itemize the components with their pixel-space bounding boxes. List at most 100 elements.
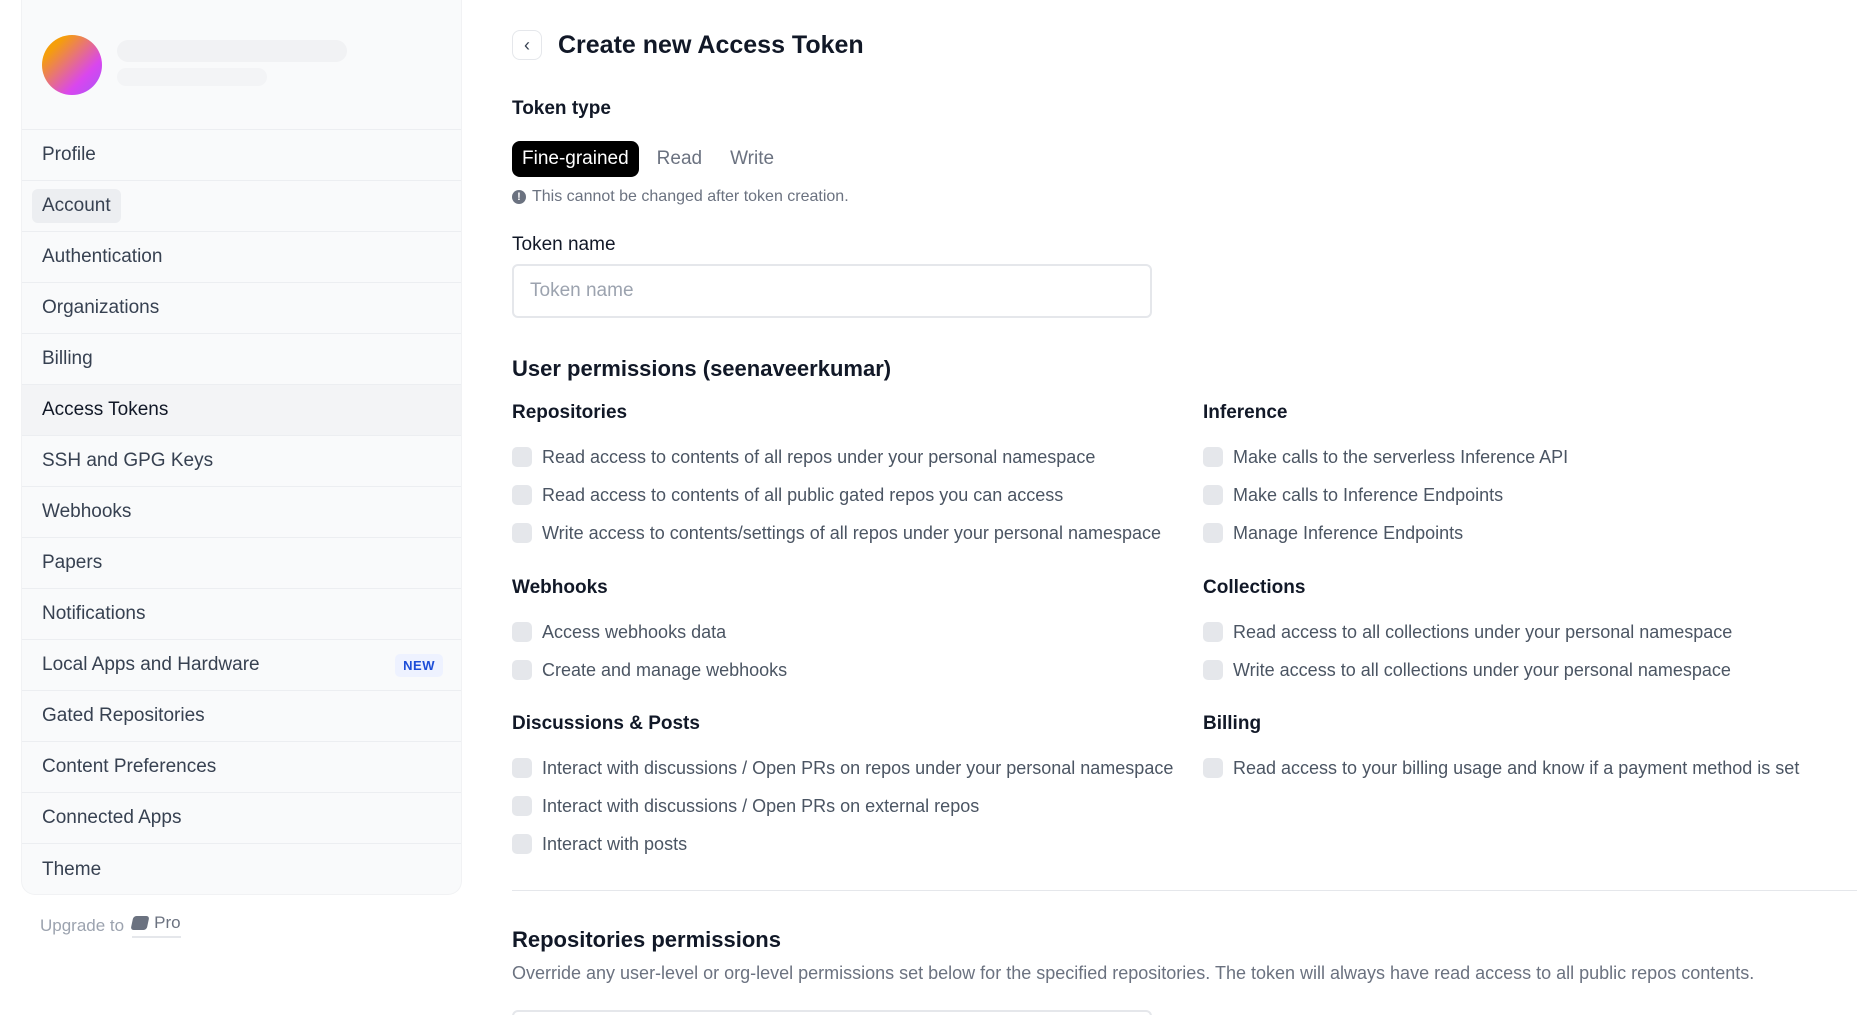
sidebar-item-gated-repositories[interactable]: Gated Repositories [22,691,461,742]
token-type-tabs: Fine-grained Read Write [512,141,784,177]
sidebar-item-label: Profile [42,144,96,165]
checkbox[interactable] [512,758,532,778]
checkbox[interactable] [1203,660,1223,680]
sidebar-item-label: Access Tokens [42,399,169,420]
profile-header [22,0,461,130]
permission-item[interactable]: Read access to contents of all repos und… [512,438,1161,476]
sidebar-item-label: Authentication [42,246,163,267]
new-badge: NEW [395,654,443,677]
permission-item[interactable]: Write access to all collections under yo… [1203,651,1732,689]
tab-fine-grained[interactable]: Fine-grained [512,141,639,177]
sidebar-item-label: Gated Repositories [42,705,205,726]
token-name-input[interactable] [512,264,1152,318]
info-icon: ! [512,190,526,204]
sidebar-item-profile[interactable]: Profile [22,130,461,181]
token-name-label: Token name [512,234,616,255]
permission-group-webhooks: Webhooks Access webhooks data Create and… [512,577,787,689]
group-title: Discussions & Posts [512,713,700,734]
permission-label: Interact with discussions / Open PRs on … [542,757,1174,778]
checkbox[interactable] [1203,447,1223,467]
sidebar-item-theme[interactable]: Theme [22,844,461,895]
page-header: ‹ Create new Access Token [512,30,864,60]
permission-item[interactable]: Make calls to Inference Endpoints [1203,476,1568,514]
sidebar-item-label: Webhooks [42,501,132,522]
permission-label: Interact with discussions / Open PRs on … [542,795,980,816]
group-title: Webhooks [512,577,608,598]
checkbox[interactable] [1203,523,1223,543]
sidebar-item-billing[interactable]: Billing [22,334,461,385]
page: Profile Account Authentication Organizat… [0,0,1857,1015]
group-title: Repositories [512,402,628,423]
permission-item[interactable]: Read access to contents of all public ga… [512,476,1161,514]
sidebar-item-connected-apps[interactable]: Connected Apps [22,793,461,844]
upgrade-pro-link[interactable]: Pro [130,913,181,938]
permission-item[interactable]: Make calls to the serverless Inference A… [1203,438,1568,476]
sidebar-item-organizations[interactable]: Organizations [22,283,461,334]
tab-write[interactable]: Write [720,141,784,177]
permission-item[interactable]: Interact with discussions / Open PRs on … [512,787,1173,825]
permission-item[interactable]: Interact with discussions / Open PRs on … [512,749,1173,787]
permission-item[interactable]: Write access to contents/settings of all… [512,514,1161,552]
group-title: Inference [1203,402,1288,423]
sidebar-item-content-preferences[interactable]: Content Preferences [22,742,461,793]
token-type-label: Token type [512,98,611,119]
permission-item[interactable]: Access webhooks data [512,613,787,651]
back-button[interactable]: ‹ [512,30,542,60]
sidebar-item-papers[interactable]: Papers [22,538,461,589]
permission-item[interactable]: Interact with posts [512,825,1173,863]
sidebar-nav: Profile Account Authentication Organizat… [22,130,461,895]
upgrade-text: Upgrade to [40,915,125,935]
checkbox[interactable] [512,523,532,543]
pro-label: Pro [154,913,181,932]
checkbox[interactable] [512,622,532,642]
redacted-username [117,40,347,62]
permission-label: Write access to all collections under yo… [1233,659,1731,680]
repositories-permissions-description: Override any user-level or org-level per… [512,963,1755,983]
group-title: Billing [1203,713,1262,734]
sidebar-item-label: Papers [42,552,103,573]
sidebar-item-label: Notifications [42,603,146,624]
sidebar-item-label: Local Apps and Hardware [42,654,260,675]
checkbox[interactable] [512,485,532,505]
group-title: Collections [1203,577,1306,598]
pro-icon [130,916,150,930]
page-title: Create new Access Token [558,30,864,59]
avatar[interactable] [42,35,102,95]
permission-item[interactable]: Read access to all collections under you… [1203,613,1732,651]
sidebar-item-label: Theme [42,858,102,880]
sidebar-item-ssh-gpg-keys[interactable]: SSH and GPG Keys [22,436,461,487]
sidebar-item-notifications[interactable]: Notifications [22,589,461,640]
chevron-left-icon: ‹ [524,34,530,55]
permission-item[interactable]: Create and manage webhooks [512,651,787,689]
sidebar-item-label: Account [32,189,121,223]
checkbox[interactable] [1203,485,1223,505]
repository-search-input[interactable] [512,1010,1152,1015]
checkbox[interactable] [512,447,532,467]
checkbox[interactable] [512,796,532,816]
permission-label: Manage Inference Endpoints [1233,522,1464,543]
sidebar-item-authentication[interactable]: Authentication [22,232,461,283]
sidebar-item-local-apps-hardware[interactable]: Local Apps and Hardware NEW [22,640,461,691]
permission-label: Read access to contents of all public ga… [542,484,1064,505]
permission-group-inference: Inference Make calls to the serverless I… [1203,402,1568,552]
checkbox[interactable] [512,834,532,854]
permission-label: Make calls to Inference Endpoints [1233,484,1504,505]
permission-label: Read access to all collections under you… [1233,621,1733,642]
sidebar-item-access-tokens[interactable]: Access Tokens [22,385,461,436]
permission-label: Read access to contents of all repos und… [542,446,1096,467]
permission-group-billing: Billing Read access to your billing usag… [1203,713,1799,787]
permission-item[interactable]: Read access to your billing usage and kn… [1203,749,1799,787]
checkbox[interactable] [512,660,532,680]
sidebar-item-label: Content Preferences [42,756,217,777]
sidebar-item-account[interactable]: Account [22,181,461,232]
checkbox[interactable] [1203,758,1223,778]
permission-group-discussions: Discussions & Posts Interact with discus… [512,713,1173,863]
tab-read[interactable]: Read [647,141,712,177]
permission-label: Create and manage webhooks [542,659,788,680]
checkbox[interactable] [1203,622,1223,642]
upgrade-prompt: Upgrade to Pro [40,913,181,938]
permission-item[interactable]: Manage Inference Endpoints [1203,514,1568,552]
sidebar-item-webhooks[interactable]: Webhooks [22,487,461,538]
token-type-note: ! This cannot be changed after token cre… [512,188,849,206]
settings-sidebar: Profile Account Authentication Organizat… [21,0,462,895]
